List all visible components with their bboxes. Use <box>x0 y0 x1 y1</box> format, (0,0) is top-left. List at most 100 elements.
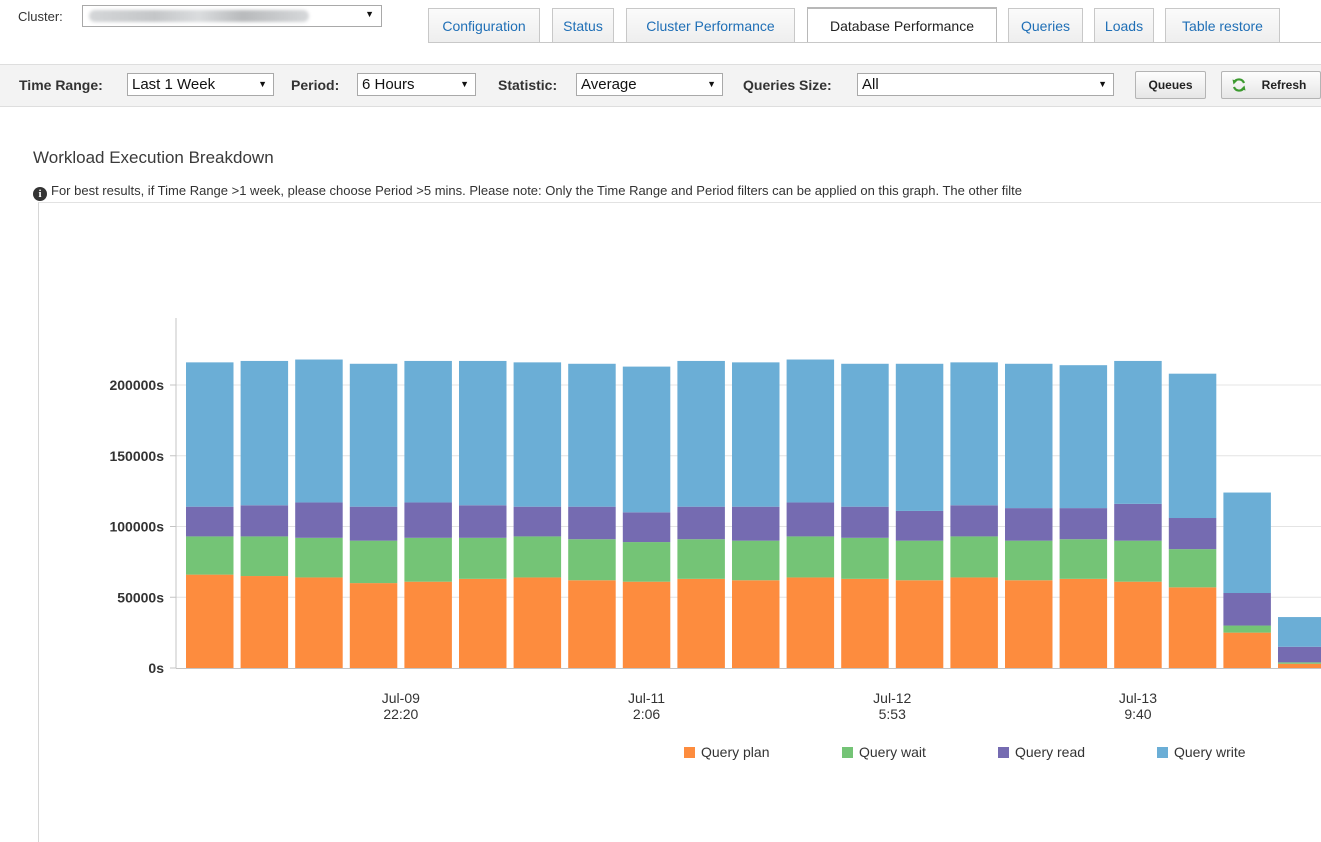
legend-swatch <box>1157 747 1168 758</box>
bar-segment <box>950 536 998 578</box>
y-tick-label: 150000s <box>109 448 164 464</box>
bar-segment <box>349 506 398 541</box>
x-tick-label: Jul-09 <box>382 690 420 706</box>
bar-segment <box>404 360 452 503</box>
legend-item-query-plan[interactable]: Query plan <box>684 744 769 760</box>
bar-segment <box>786 359 835 503</box>
bar-segment <box>622 542 671 582</box>
bar-segment <box>349 540 398 584</box>
bar-segment <box>895 510 944 541</box>
bar-segment <box>732 540 780 581</box>
bar-segment <box>677 539 725 579</box>
bar-segment <box>677 360 725 507</box>
bar-segment <box>786 577 835 668</box>
bar-segment <box>1114 360 1162 504</box>
bar-segment <box>186 362 234 507</box>
legend-label: Query plan <box>701 744 770 760</box>
legend-item-query-write[interactable]: Query write <box>1157 744 1246 760</box>
x-tick-label: 2:06 <box>633 706 660 722</box>
bar-segment <box>1223 632 1271 668</box>
bar-segment <box>1223 625 1271 633</box>
bar-segment <box>950 577 998 668</box>
bar-segment <box>459 360 507 506</box>
bar-segment <box>186 536 234 575</box>
bar-segment <box>459 537 507 579</box>
bar-segment <box>186 506 234 537</box>
bar-segment <box>786 536 835 578</box>
bar-segment <box>295 577 343 668</box>
bar-segment <box>1278 617 1321 647</box>
workload-breakdown-chart: 0s 50000s 100000s 150000s 200000s Jul-0922:20… <box>109 318 1321 722</box>
x-tick-label: Jul-13 <box>1119 690 1157 706</box>
bar-segment <box>895 580 944 668</box>
bar-segment <box>459 578 507 668</box>
legend-item-query-wait[interactable]: Query wait <box>842 744 926 760</box>
legend-swatch <box>684 747 695 758</box>
bar-segment <box>349 363 398 507</box>
bar-segment <box>1278 663 1321 668</box>
bar-segment <box>1278 646 1321 663</box>
bar-segment <box>186 574 234 668</box>
bar-segment <box>1168 587 1217 668</box>
bar-segment <box>1114 581 1162 668</box>
bar-segment <box>1005 363 1053 509</box>
bar-segment <box>786 502 835 537</box>
bar-segment <box>568 506 616 540</box>
bar-segment <box>1059 578 1108 668</box>
bar-segment <box>732 506 780 541</box>
bar-segment <box>568 580 616 668</box>
bar-segment <box>1059 539 1108 579</box>
bar-segment <box>732 362 780 507</box>
bar-segment <box>1114 503 1162 541</box>
bar-segment <box>1278 662 1321 664</box>
bar-segment <box>622 581 671 668</box>
y-tick-label: 0s <box>148 660 164 676</box>
bar-segment <box>841 537 889 579</box>
bar-segment <box>622 366 671 513</box>
bar-segment <box>1223 593 1271 626</box>
y-tick-label: 50000s <box>117 589 164 605</box>
bar-segment <box>1005 540 1053 581</box>
legend-label: Query wait <box>859 744 926 760</box>
bar-segment <box>950 362 998 506</box>
bar-segment <box>1114 540 1162 582</box>
bar-segment <box>240 536 289 577</box>
bar-segment <box>1059 365 1108 509</box>
bar-segment <box>677 506 725 540</box>
bar-segment <box>1059 508 1108 540</box>
bar-segment <box>568 363 616 507</box>
bar-segment <box>622 512 671 543</box>
bar-segment <box>513 362 562 507</box>
bar-segment <box>1005 508 1053 541</box>
bar-segment <box>841 506 889 538</box>
x-tick-label: Jul-12 <box>873 690 911 706</box>
legend-swatch <box>842 747 853 758</box>
bar-segment <box>513 536 562 578</box>
legend-label: Query write <box>1174 744 1246 760</box>
legend-item-query-read[interactable]: Query read <box>998 744 1085 760</box>
bar-segment <box>295 537 343 578</box>
bar-segment <box>404 581 452 668</box>
bar-segment <box>895 363 944 511</box>
bar-segment <box>240 360 289 506</box>
bar-segment <box>404 502 452 538</box>
bar-segment <box>295 502 343 538</box>
bar-segment <box>295 359 343 503</box>
bar-segment <box>1223 492 1271 594</box>
bar-segment <box>950 505 998 537</box>
legend-label: Query read <box>1015 744 1086 760</box>
bar-segment <box>349 583 398 668</box>
legend-swatch <box>998 747 1009 758</box>
x-tick-label: 5:53 <box>879 706 906 722</box>
bar-segment <box>732 580 780 668</box>
x-tick-label: Jul-11 <box>628 690 665 706</box>
x-tick-label: 9:40 <box>1124 706 1151 722</box>
bar-segment <box>513 577 562 668</box>
bar-segment <box>841 578 889 668</box>
bar-segment <box>568 539 616 581</box>
bar-segment <box>1168 549 1217 588</box>
bar-segment <box>677 578 725 668</box>
bar-segment <box>1168 373 1217 519</box>
bar-segment <box>895 540 944 581</box>
y-tick-label: 200000s <box>109 377 164 393</box>
